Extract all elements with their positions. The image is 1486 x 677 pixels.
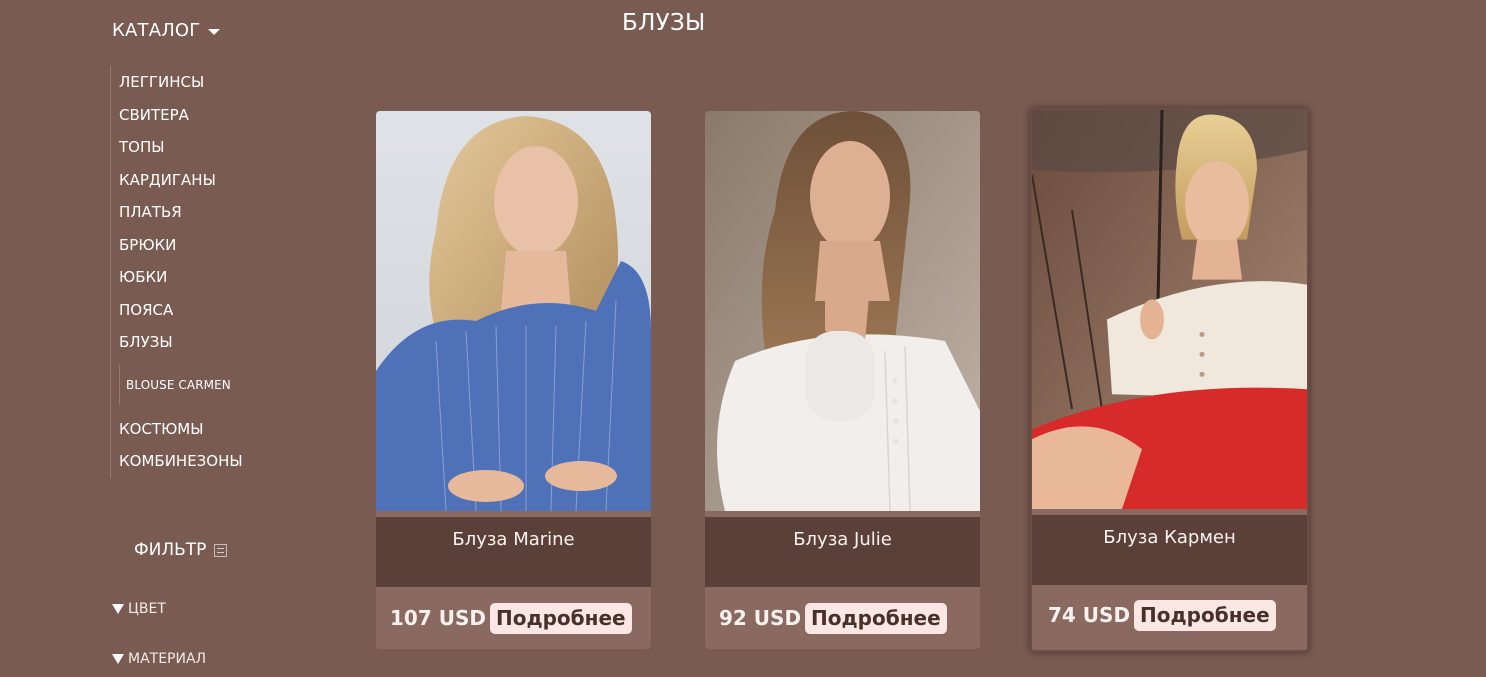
product-name[interactable]: Блуза Marine bbox=[376, 517, 651, 587]
page-title: БЛУЗЫ bbox=[622, 10, 706, 36]
filter-option-color[interactable]: ЦВЕТ bbox=[112, 601, 166, 617]
details-button[interactable]: Подробнее bbox=[1134, 599, 1276, 631]
category-item-leggings[interactable]: ЛЕГГИНСЫ bbox=[119, 66, 299, 99]
price-row: 92 USD Подробнее bbox=[705, 601, 980, 635]
details-button[interactable]: Подробнее bbox=[489, 602, 632, 634]
filter-heading[interactable]: ФИЛЬТР bbox=[134, 540, 228, 560]
subcategory-item-blouse-carmen[interactable]: BLOUSE CARMEN bbox=[119, 364, 299, 405]
product-name[interactable]: Блуза Julie bbox=[705, 517, 980, 587]
category-item-tops[interactable]: ТОПЫ bbox=[119, 131, 299, 164]
catalog-menu-toggle[interactable]: КАТАЛОГ bbox=[112, 20, 221, 41]
category-item-cardigans[interactable]: КАРДИГАНЫ bbox=[119, 164, 299, 197]
filter-option-label: ЦВЕТ bbox=[128, 601, 166, 617]
filter-label: ФИЛЬТР bbox=[134, 540, 207, 560]
product-photo[interactable] bbox=[1032, 110, 1307, 509]
product-photo-illustration bbox=[705, 111, 980, 511]
triangle-down-icon bbox=[112, 654, 124, 664]
product-card[interactable]: Блуза Кармен 74 USD Подробнее bbox=[1030, 108, 1309, 652]
product-price: 107 USD bbox=[390, 606, 486, 630]
product-photo[interactable] bbox=[376, 111, 651, 511]
filter-option-material[interactable]: МАТЕРИАЛ bbox=[112, 651, 206, 667]
catalog-label: КАТАЛОГ bbox=[112, 20, 201, 41]
filter-icon bbox=[214, 543, 228, 557]
product-photo-illustration bbox=[1032, 110, 1307, 509]
product-photo-illustration bbox=[376, 111, 651, 511]
filter-option-label: МАТЕРИАЛ bbox=[128, 651, 207, 667]
details-button[interactable]: Подробнее bbox=[805, 602, 947, 634]
product-name[interactable]: Блуза Кармен bbox=[1032, 515, 1307, 585]
price-row: 107 USD Подробнее bbox=[376, 601, 651, 635]
price-row: 74 USD Подробнее bbox=[1032, 598, 1307, 632]
product-card[interactable]: Блуза Marine 107 USD Подробнее bbox=[376, 111, 651, 649]
product-price: 92 USD bbox=[719, 606, 802, 630]
category-item-blouses[interactable]: БЛУЗЫ bbox=[119, 326, 299, 359]
product-price: 74 USD bbox=[1048, 603, 1131, 627]
category-item-belts[interactable]: ПОЯСА bbox=[119, 294, 299, 327]
category-item-trousers[interactable]: БРЮКИ bbox=[119, 229, 299, 262]
category-item-skirts[interactable]: ЮБКИ bbox=[119, 261, 299, 294]
category-item-sweaters[interactable]: СВИТЕРА bbox=[119, 99, 299, 132]
caret-down-icon bbox=[208, 28, 221, 35]
product-photo[interactable] bbox=[705, 111, 980, 511]
category-list: ЛЕГГИНСЫ СВИТЕРА ТОПЫ КАРДИГАНЫ ПЛАТЬЯ Б… bbox=[110, 66, 299, 478]
category-item-jumpsuits[interactable]: КОМБИНЕЗОНЫ bbox=[119, 445, 299, 478]
product-card[interactable]: Блуза Julie 92 USD Подробнее bbox=[705, 111, 980, 649]
category-item-suits[interactable]: КОСТЮМЫ bbox=[119, 413, 299, 446]
category-item-dresses[interactable]: ПЛАТЬЯ bbox=[119, 196, 299, 229]
triangle-down-icon bbox=[112, 604, 124, 614]
